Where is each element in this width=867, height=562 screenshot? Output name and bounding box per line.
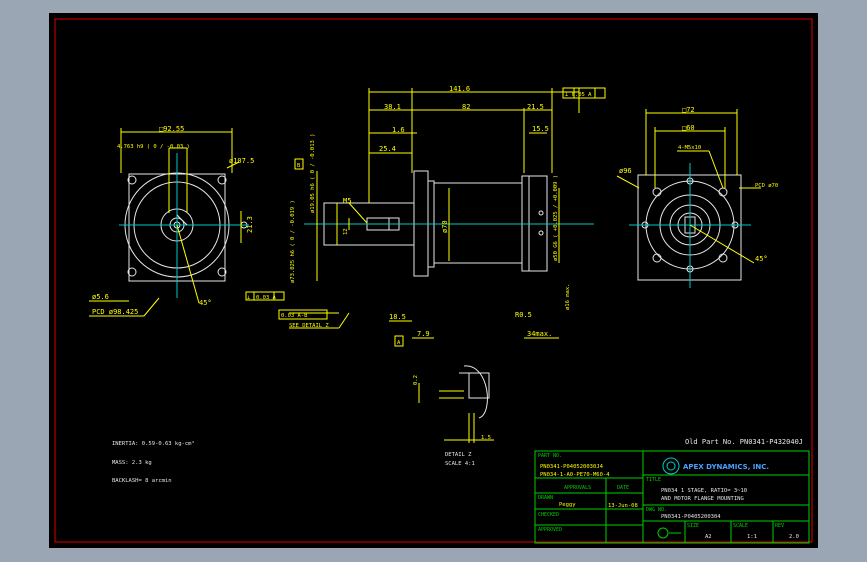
fcf-perpendicularity: ⊥ 0.05 A xyxy=(565,92,592,98)
dim-25-4: 25.4 xyxy=(379,145,396,153)
drawing-svg: □92.55 4.763 h9 ( 0 / -0.03 ) ø107.5 ø5.… xyxy=(54,18,813,544)
dim-radius: R0.5 xyxy=(515,311,532,319)
dim-bolt-circle: ø107.5 xyxy=(229,157,254,165)
tb-rev: 2.0 xyxy=(789,534,799,540)
dim-pcd-70: PCD ø70 xyxy=(755,183,778,189)
detail-dim-1-5: 1.5 xyxy=(481,435,491,441)
dim-16-max: ø16 max. xyxy=(565,284,571,311)
tb-drawn-label: DRAWN xyxy=(538,495,553,501)
dim-diameter-50: ø50 G6 ( +0.025 / +0.009 ) xyxy=(553,175,559,261)
tb-part-no-1: PN0341-P040520030J4 xyxy=(540,464,604,470)
note-mass: MASS: 2.3 kg xyxy=(112,460,152,466)
tb-rev-label: REV xyxy=(775,523,784,529)
fcf-flatness: 0.03 A xyxy=(256,295,277,301)
tb-scale: 1:1 xyxy=(747,534,757,540)
dim-tapped-holes: 4-M5x10 xyxy=(678,145,701,151)
dim-diameter-70: ø70 xyxy=(441,220,449,233)
dim-18-5: 18.5 xyxy=(389,313,406,321)
tb-drawn-date: 13-Jun-08 xyxy=(608,503,638,509)
dim-38-1: 38.1 xyxy=(384,103,401,111)
dim-pcd: PCD ø98.425 xyxy=(92,308,138,316)
dim-34-max: 34max. xyxy=(527,330,552,338)
tb-date: DATE xyxy=(617,485,629,491)
dim-m5: M5 xyxy=(343,197,351,205)
dim-21-5: 21.5 xyxy=(527,103,544,111)
dim-pilot-diameter: ø73.025 h6 ( 0 / -0.019 ) xyxy=(290,200,296,283)
old-part-number: Old Part No. PN0341-P432040J xyxy=(685,438,803,446)
tb-size: A2 xyxy=(705,534,712,540)
dim-shaft-diameter: ø19.05 h6 ( 0 / -0.013 ) xyxy=(310,134,316,213)
tb-scale-label: SCALE xyxy=(733,523,748,529)
datum-b: B xyxy=(297,163,301,169)
tb-approvals: APPROVALS xyxy=(564,485,591,491)
tb-title-label: TITLE xyxy=(646,477,661,483)
dim-keyway: 4.763 h9 ( 0 / -0.03 ) xyxy=(117,144,190,150)
dim-angle-45-right: 45° xyxy=(755,255,768,263)
dim-square-60: □60 xyxy=(682,124,695,132)
dim-15-5: 15.5 xyxy=(532,125,549,133)
detail-dim-0-2: 0.2 xyxy=(413,375,419,385)
note-inertia: INERTIA: 0.59-0.63 kg-cm² xyxy=(112,440,195,447)
detail-scale: SCALE 4:1 xyxy=(445,461,475,467)
tb-size-label: SIZE xyxy=(687,523,699,529)
see-detail-label: SEE DETAIL Z xyxy=(289,323,329,329)
dim-square-92: □92.55 xyxy=(159,125,184,133)
dim-1-6: 1.6 xyxy=(392,126,405,134)
detail-z-view xyxy=(418,365,494,443)
note-backlash: BACKLASH= 8 arcmin xyxy=(112,478,172,484)
dim-angle-45: 45° xyxy=(199,299,212,307)
tb-checked: CHECKED xyxy=(538,512,559,518)
dim-diameter-96: ø96 xyxy=(619,167,632,175)
dim-12: 12 xyxy=(343,228,349,235)
datum-a: A xyxy=(397,340,401,346)
tb-drawn-by: Peggy xyxy=(559,502,576,508)
cad-drawing-canvas[interactable]: □92.55 4.763 h9 ( 0 / -0.03 ) ø107.5 ø5.… xyxy=(49,13,818,548)
tb-approved: APPROVED xyxy=(538,527,562,533)
fcf-runout: 0.03 A-B xyxy=(281,313,308,319)
dim-21-3: 21.3 xyxy=(246,216,254,233)
detail-title: DETAIL Z xyxy=(445,452,472,458)
tb-title-line-2: AND MOTOR FLANGE MOUNTING xyxy=(661,496,744,502)
tb-dwg-no-label: DWG NO. xyxy=(646,507,667,513)
dim-7-9: 7.9 xyxy=(417,330,430,338)
tb-company: APEX DYNAMICS, INC. xyxy=(683,463,769,471)
left-end-view xyxy=(89,128,285,317)
right-end-view xyxy=(616,109,761,288)
dim-total-length: 141.6 xyxy=(449,85,470,93)
tb-dwg-no: PN0341-P0405200304 xyxy=(661,514,721,520)
dim-square-72: □72 xyxy=(682,106,695,114)
tb-part-no-2: PN034-1-A0-PE70-M60-4 xyxy=(540,472,610,478)
dim-bolt-hole: ø5.6 xyxy=(92,293,109,301)
tb-title-line-1: PN034 1 STAGE, RATIO= 3~10 xyxy=(661,488,747,494)
dim-82: 82 xyxy=(462,103,470,111)
tb-part-no-label: PART NO. xyxy=(538,453,562,459)
